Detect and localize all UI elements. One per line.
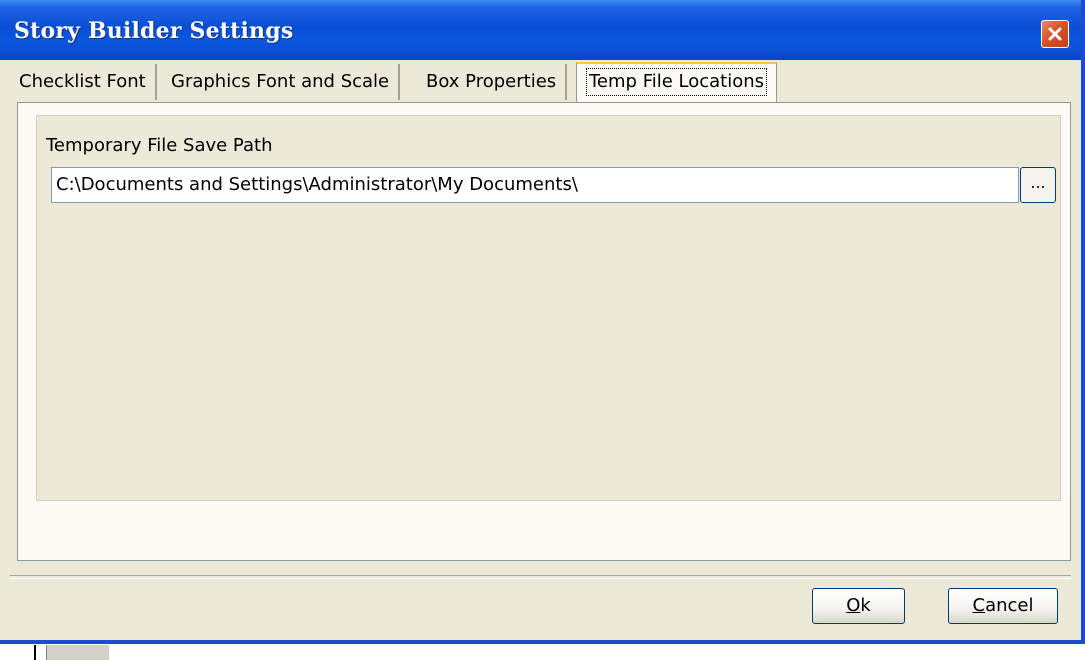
cancel-mnemonic: C bbox=[972, 595, 986, 616]
temp-path-input[interactable]: C:\Documents and Settings\Administrator\… bbox=[51, 167, 1019, 203]
tab-label: Graphics Font and Scale bbox=[171, 71, 390, 92]
tab-label: Temp File Locations bbox=[586, 68, 768, 96]
temp-path-label: Temporary File Save Path bbox=[46, 135, 273, 156]
background-panel bbox=[46, 645, 109, 660]
footer-separator bbox=[10, 575, 1071, 579]
tab-temp-file-locations[interactable]: Temp File Locations bbox=[576, 62, 778, 104]
browse-button[interactable]: ... bbox=[1020, 167, 1056, 203]
background-window-strip bbox=[0, 644, 1085, 660]
ok-button[interactable]: Ok bbox=[812, 588, 905, 624]
cancel-label-rest: ancel bbox=[985, 595, 1034, 616]
tab-graphics-font-and-scale[interactable]: Graphics Font and Scale bbox=[162, 64, 401, 100]
tab-strip: Checklist Font Graphics Font and Scale B… bbox=[10, 60, 1070, 104]
tab-label: Box Properties bbox=[426, 71, 557, 92]
settings-dialog: Story Builder Settings Checklist Font Gr… bbox=[0, 0, 1085, 644]
close-button[interactable] bbox=[1041, 20, 1069, 48]
tab-box-properties[interactable]: Box Properties bbox=[417, 64, 568, 100]
tab-checklist-font[interactable]: Checklist Font bbox=[10, 64, 157, 100]
title-bar[interactable]: Story Builder Settings bbox=[0, 0, 1081, 60]
ok-mnemonic: O bbox=[846, 595, 861, 616]
tab-label: Checklist Font bbox=[19, 71, 146, 92]
window-title: Story Builder Settings bbox=[14, 18, 294, 44]
close-icon bbox=[1048, 27, 1062, 41]
background-divider bbox=[34, 645, 36, 660]
cancel-button[interactable]: Cancel bbox=[948, 588, 1058, 624]
ok-label-rest: k bbox=[860, 595, 871, 616]
